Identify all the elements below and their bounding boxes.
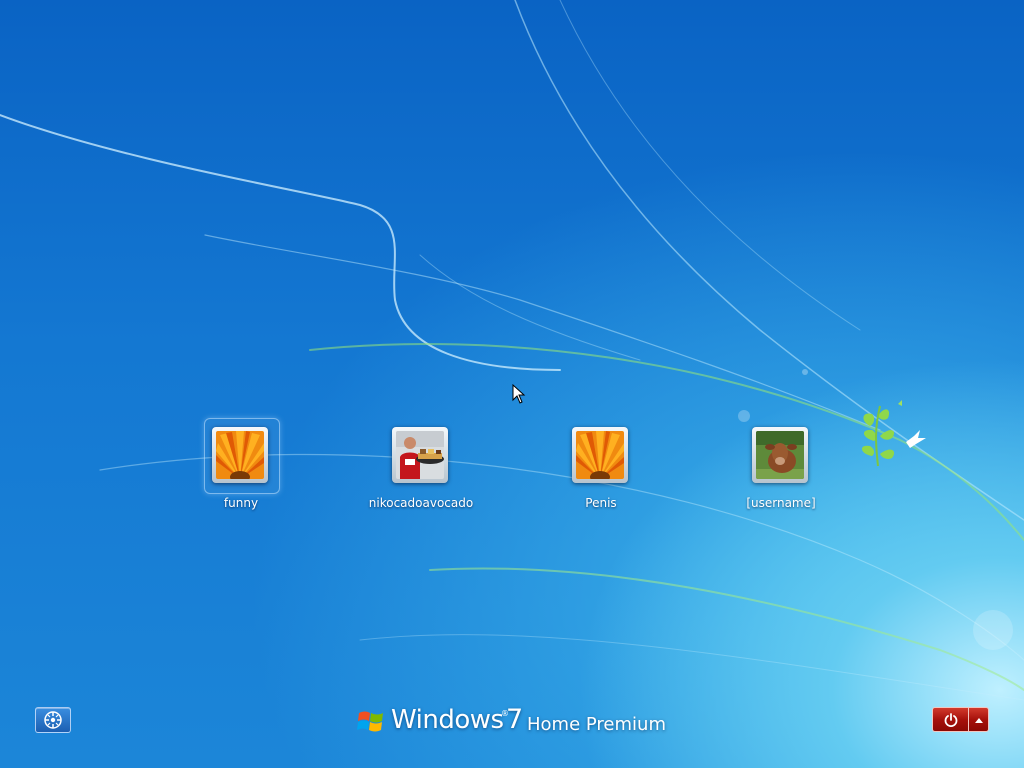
brand-word: Windows xyxy=(391,705,504,735)
cow-icon xyxy=(756,431,804,479)
user-name[interactable]: nikocadoavocado xyxy=(336,496,506,510)
ease-of-access-button[interactable] xyxy=(35,707,71,733)
orange-flower-icon xyxy=(216,431,264,479)
birds-and-leaves-decoration xyxy=(861,400,926,467)
person-with-food-avatar[interactable] xyxy=(392,427,448,483)
mouse-pointer-icon xyxy=(512,384,526,404)
power-icon xyxy=(944,713,958,727)
person-with-food-icon xyxy=(396,431,444,479)
brand-version: 7 xyxy=(506,704,524,735)
windows-flag-icon xyxy=(357,711,383,732)
brand-edition: Home Premium xyxy=(527,714,666,735)
user-name[interactable]: Penis xyxy=(516,496,686,510)
ease-of-access-icon xyxy=(44,711,62,729)
orange-flower-avatar[interactable] xyxy=(212,427,268,483)
user-name[interactable]: [username] xyxy=(696,496,866,510)
user-name[interactable]: funny xyxy=(156,496,326,510)
orange-flower-avatar[interactable] xyxy=(572,427,628,483)
cow-avatar[interactable] xyxy=(752,427,808,483)
orange-flower-icon xyxy=(576,431,624,479)
shut-down-button[interactable] xyxy=(932,707,968,732)
shut-down-options-button[interactable] xyxy=(968,707,989,732)
power-controls xyxy=(932,707,989,732)
up-arrow-icon xyxy=(975,718,983,723)
windows-branding: Windows ® 7 Home Premium xyxy=(357,704,677,739)
